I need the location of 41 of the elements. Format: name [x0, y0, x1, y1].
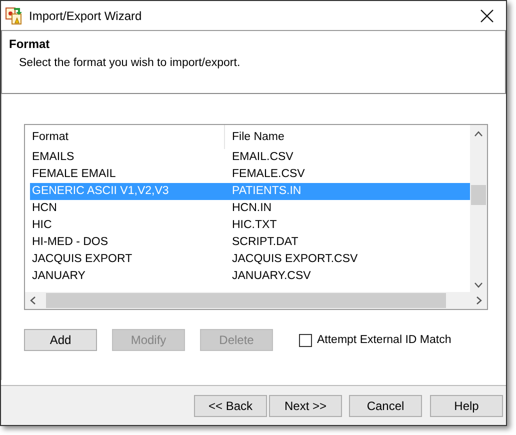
checkbox[interactable]: [299, 334, 312, 346]
list-cell-text: HI-MED - DOS: [31, 235, 110, 250]
window-title: Import/Export Wizard: [29, 8, 143, 22]
column-header[interactable]: File Name: [225, 125, 284, 149]
wizard-button[interactable]: Next >>: [269, 394, 342, 416]
horizontal-scrollbar[interactable]: [25, 292, 487, 309]
list-row[interactable]: FEMALE EMAIL FEMALE.CSV: [30, 166, 470, 183]
scroll-thumb[interactable]: [46, 293, 446, 308]
list-row[interactable]: HI-MED - DOS SCRIPT.DAT: [30, 234, 470, 251]
list-cell-text: JANUARY: [31, 269, 86, 284]
list-cell-text: HCN.IN: [232, 201, 272, 216]
list-cell-text: EMAIL.CSV: [232, 150, 294, 165]
wizard-button[interactable]: << Back: [194, 394, 267, 416]
list-row[interactable]: JACQUIS EXPORT JACQUIS EXPORT.CSV: [30, 251, 470, 268]
wizard-button[interactable]: Help: [430, 394, 503, 416]
list-cell-text: HCN: [31, 201, 58, 216]
wizard-button[interactable]: Cancel: [349, 394, 422, 416]
close-icon[interactable]: [480, 8, 494, 22]
vertical-scrollbar[interactable]: [470, 125, 487, 292]
list-cell-text: SCRIPT.DAT: [232, 235, 298, 250]
step-title: Format: [9, 37, 51, 51]
list-cell-text: JACQUIS EXPORT: [31, 252, 134, 267]
list-row[interactable]: EMAILS EMAIL.CSV: [30, 149, 470, 166]
action-button[interactable]: Add: [24, 329, 97, 351]
list-cell-text: PATIENTS.IN: [232, 184, 302, 199]
list-cell-text: JANUARY.CSV: [232, 269, 311, 284]
list-cell-text: EMAILS: [31, 150, 76, 165]
list-cell-text: HIC: [31, 218, 53, 233]
list-cell-text: FEMALE EMAIL: [31, 167, 117, 182]
list-cell-text: GENERIC ASCII V1,V2,V3: [31, 184, 170, 199]
list-row[interactable]: HIC HIC.TXT: [30, 217, 470, 234]
list-cell-text: HIC.TXT: [232, 218, 277, 233]
checkbox-label: Attempt External ID Match: [317, 334, 452, 346]
column-header[interactable]: Format: [25, 125, 225, 149]
list-cell-text: FEMALE.CSV: [232, 167, 305, 182]
documents-arrow-icon: [5, 6, 23, 24]
list-row[interactable]: JANUARY JANUARY.CSV: [30, 268, 470, 285]
scroll-thumb[interactable]: [471, 185, 486, 205]
step-description: Select the format you wish to import/export.: [19, 57, 242, 69]
list-row[interactable]: HCN HCN.IN: [30, 200, 470, 217]
list-cell-text: JACQUIS EXPORT.CSV: [232, 252, 358, 267]
